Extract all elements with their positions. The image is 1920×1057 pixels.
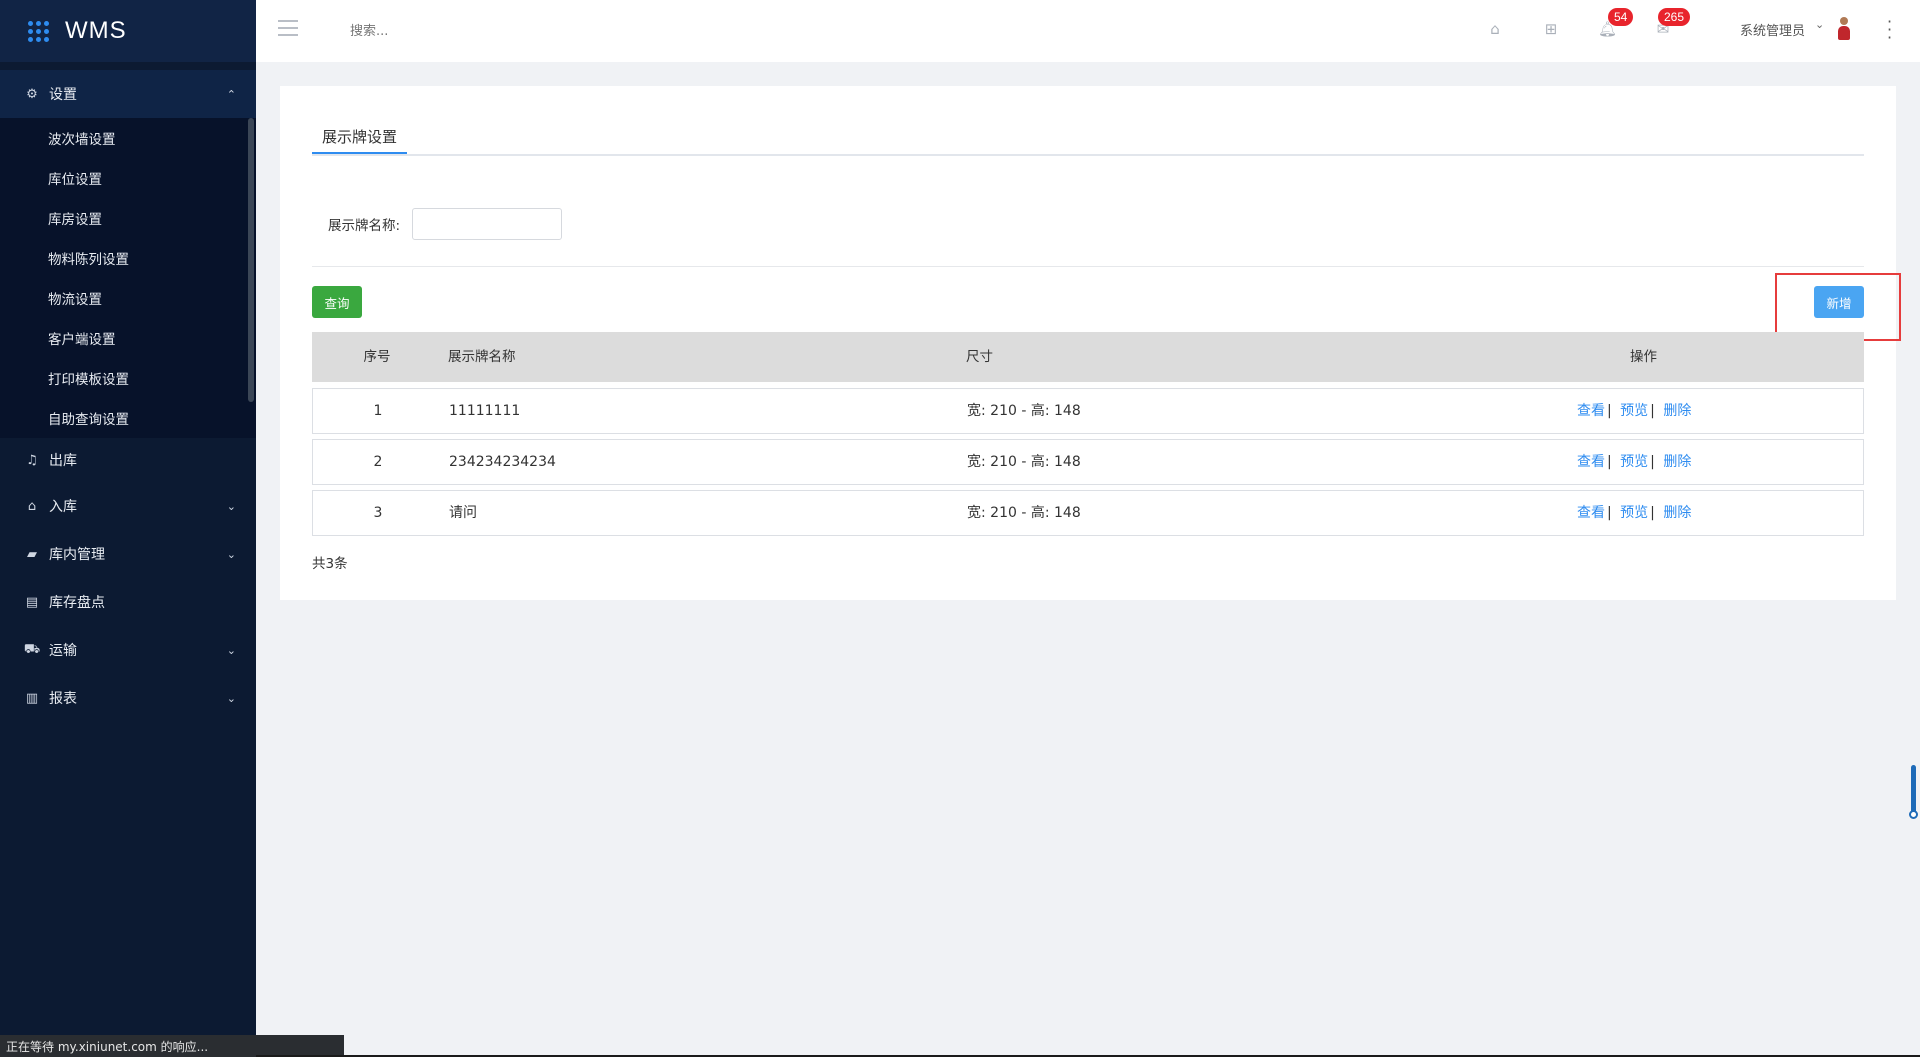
column-header-size: 尺寸 xyxy=(966,349,993,365)
menu-toggle-icon[interactable] xyxy=(278,20,298,38)
scroll-handle[interactable] xyxy=(1909,810,1918,819)
chevron-down-icon: ⌄ xyxy=(226,691,236,705)
submenu-item-client[interactable]: 客户端设置 xyxy=(0,318,256,358)
view-link[interactable]: 查看 xyxy=(1577,403,1605,419)
submenu-item-print-template[interactable]: 打印模板设置 xyxy=(0,358,256,398)
submenu-item-wave-wall[interactable]: 波次墙设置 xyxy=(0,118,256,158)
total-count: 共3条 xyxy=(312,556,348,572)
briefcase-icon: ▰ xyxy=(27,546,37,562)
app-logo-text: WMS xyxy=(65,17,127,44)
table-header: 序号 展示牌名称 尺寸 操作 xyxy=(312,332,1864,382)
row-name: 234234234234 xyxy=(449,454,556,470)
menu-inbound[interactable]: ⌂ 入库 ⌄ xyxy=(0,482,256,530)
preview-link[interactable]: 预览 xyxy=(1620,403,1648,419)
sidebar: WMS ⚙ 设置 ⌃ 波次墙设置 库位设置 库房设置 物料陈列设置 物流设置 客… xyxy=(0,0,256,1057)
menu-transport[interactable]: ⛟ 运输 ⌄ xyxy=(0,626,256,674)
chevron-down-icon: ⌄ xyxy=(226,547,236,561)
view-link[interactable]: 查看 xyxy=(1577,454,1605,470)
separator: | xyxy=(1607,505,1612,521)
home-icon: ⌂ xyxy=(27,498,37,514)
document-search-icon: ▤ xyxy=(25,594,39,610)
chevron-down-icon: ⌄ xyxy=(226,643,236,657)
column-header-index: 序号 xyxy=(363,349,391,365)
submenu-item-logistics[interactable]: 物流设置 xyxy=(0,278,256,318)
headset-icon: ♫ xyxy=(26,452,38,468)
separator: | xyxy=(1650,403,1655,419)
row-size: 宽: 210 - 高: 148 xyxy=(967,505,1081,521)
divider xyxy=(312,266,1864,267)
menu-warehouse-label: 库内管理 xyxy=(49,547,105,563)
menu-inventory-label: 库存盘点 xyxy=(49,595,105,611)
grid-icon[interactable]: ⊞ xyxy=(1542,20,1560,38)
separator: | xyxy=(1650,454,1655,470)
menu-reports[interactable]: ▥ 报表 ⌄ xyxy=(0,674,256,722)
submenu-item-material-display[interactable]: 物料陈列设置 xyxy=(0,238,256,278)
content-card: 展示牌设置 展示牌名称: 查询 新增 序号 展示牌名称 尺寸 操作 1 1111… xyxy=(280,86,1901,600)
chevron-up-icon: ⌃ xyxy=(226,87,236,101)
row-name: 请问 xyxy=(449,505,477,521)
row-actions: 查看 | 预览 | 删除 xyxy=(1577,491,1697,535)
sidebar-scrollbar[interactable] xyxy=(248,118,254,402)
gear-icon: ⚙ xyxy=(26,86,38,102)
separator: | xyxy=(1650,505,1655,521)
more-vertical-icon[interactable]: · · · xyxy=(1887,14,1892,46)
filter-name-input[interactable] xyxy=(412,208,562,240)
row-index: 2 xyxy=(373,454,383,470)
brand[interactable]: WMS xyxy=(0,0,256,62)
separator: | xyxy=(1607,454,1612,470)
submenu-item-self-query[interactable]: 自助查询设置 xyxy=(0,398,256,438)
delete-link[interactable]: 删除 xyxy=(1663,454,1691,470)
preview-link[interactable]: 预览 xyxy=(1620,505,1648,521)
row-size: 宽: 210 - 高: 148 xyxy=(967,454,1081,470)
table-row: 2 234234234234 宽: 210 - 高: 148 查看 | 预览 | 删… xyxy=(312,439,1864,485)
user-name[interactable]: 系统管理员 xyxy=(1740,20,1805,39)
home-icon[interactable]: ⌂ xyxy=(1486,20,1504,38)
page-scrollbar[interactable] xyxy=(1911,765,1916,815)
menu-transport-label: 运输 xyxy=(49,643,77,659)
column-header-name: 展示牌名称 xyxy=(448,349,516,365)
bar-chart-icon: ▥ xyxy=(25,690,39,706)
submenu-item-location[interactable]: 库位设置 xyxy=(0,158,256,198)
menu-inventory[interactable]: ▤ 库存盘点 xyxy=(0,578,256,626)
separator: | xyxy=(1607,403,1612,419)
menu-inbound-label: 入库 xyxy=(49,499,77,515)
top-header: ⌂ ⊞ 🔔︎ 54 ✉ 265 系统管理员 ⌄ ··· xyxy=(256,0,1920,62)
row-actions: 查看 | 预览 | 删除 xyxy=(1577,440,1697,484)
preview-link[interactable]: 预览 xyxy=(1620,454,1648,470)
bell-count-badge: 54 xyxy=(1608,8,1634,26)
chevron-down-icon[interactable]: ⌄ xyxy=(1815,18,1824,31)
row-index: 1 xyxy=(373,403,383,419)
row-size: 宽: 210 - 高: 148 xyxy=(967,403,1081,419)
message-count-badge: 265 xyxy=(1658,8,1691,26)
menu-warehouse[interactable]: ▰ 库内管理 ⌄ xyxy=(0,530,256,578)
menu-outbound[interactable]: ♫ 出库 xyxy=(0,438,256,482)
row-actions: 查看 | 预览 | 删除 xyxy=(1577,389,1697,433)
table-row: 3 请问 宽: 210 - 高: 148 查看 | 预览 | 删除 xyxy=(312,490,1864,536)
row-name: 11111111 xyxy=(449,403,521,419)
delete-link[interactable]: 删除 xyxy=(1663,505,1691,521)
column-header-actions: 操作 xyxy=(1630,349,1657,365)
tab-display-board-settings[interactable]: 展示牌设置 xyxy=(312,124,408,154)
browser-status-bar: 正在等待 my.xiniunet.com 的响应... xyxy=(0,1035,344,1057)
menu-settings-label: 设置 xyxy=(49,87,77,103)
filter-name-label: 展示牌名称: xyxy=(328,218,401,234)
apps-grid-icon xyxy=(28,20,49,42)
delete-link[interactable]: 删除 xyxy=(1663,403,1691,419)
table-row: 1 11111111 宽: 210 - 高: 148 查看 | 预览 | 删除 xyxy=(312,388,1864,434)
submenu-item-warehouse[interactable]: 库房设置 xyxy=(0,198,256,238)
avatar[interactable] xyxy=(1838,17,1850,41)
menu-outbound-label: 出库 xyxy=(49,453,77,469)
highlight-box xyxy=(1775,273,1901,341)
tab-bar: 展示牌设置 xyxy=(312,124,1864,156)
search-input[interactable] xyxy=(348,19,552,43)
chevron-down-icon: ⌄ xyxy=(226,499,236,513)
truck-icon: ⛟ xyxy=(23,641,41,657)
menu-settings[interactable]: ⚙ 设置 ⌃ xyxy=(0,70,256,118)
query-button[interactable]: 查询 xyxy=(312,286,362,318)
view-link[interactable]: 查看 xyxy=(1577,505,1605,521)
settings-submenu: 波次墙设置 库位设置 库房设置 物料陈列设置 物流设置 客户端设置 打印模板设置… xyxy=(0,118,256,438)
row-index: 3 xyxy=(373,505,383,521)
menu-reports-label: 报表 xyxy=(49,691,77,707)
